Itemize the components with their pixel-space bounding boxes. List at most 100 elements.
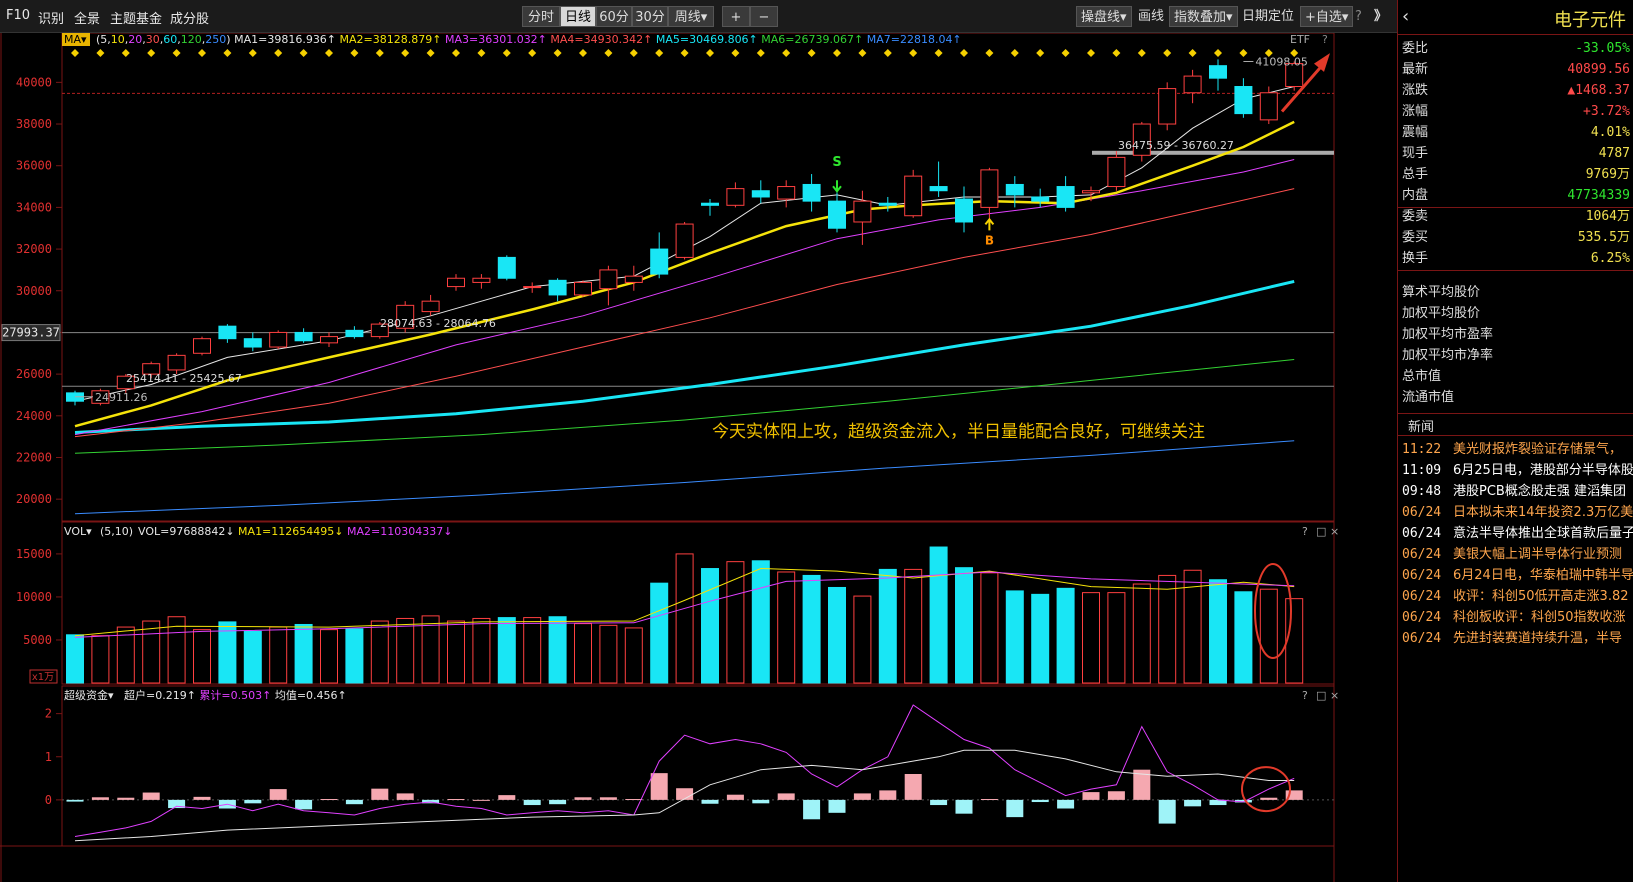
signal-diamond-icon: [452, 49, 460, 57]
candle: [345, 329, 364, 338]
fund-bar: [345, 799, 363, 805]
zoom-out-button[interactable]: −: [750, 6, 778, 27]
period-30min-tab[interactable]: 30分: [632, 6, 668, 27]
ma-legend-item: MA3=36301.032↑: [445, 33, 550, 46]
zoom-in-button[interactable]: +: [722, 6, 750, 27]
overview-button[interactable]: 全景: [74, 8, 100, 27]
signal-diamond-icon: [960, 49, 968, 57]
quote-row: 换手 6.25%: [1398, 248, 1633, 270]
signal-diamond-icon: [477, 49, 486, 57]
fund-bar: [66, 799, 84, 802]
news-item[interactable]: 11:22 美光财报炸裂验证存储景气，: [1398, 439, 1633, 460]
news-header[interactable]: 新闻: [1408, 416, 1434, 435]
signal-diamond-icon: [172, 49, 181, 57]
news-item[interactable]: 06/24 6月24日电，华泰柏瑞中韩半导: [1398, 565, 1633, 586]
quote-row-value: 47734339: [1567, 188, 1630, 203]
trading-line-dropdown[interactable]: 操盘线▾: [1076, 6, 1132, 27]
index-overlay-dropdown[interactable]: 指数叠加▾: [1169, 6, 1238, 27]
collapse-icon[interactable]: 》: [1370, 6, 1391, 27]
fund-bar: [142, 792, 160, 800]
news-headline: 意法半导体推出全球首款后量子: [1453, 526, 1633, 541]
vol-panel-control-icon[interactable]: □: [1316, 525, 1326, 538]
volume-bar: [1132, 583, 1151, 684]
fund-bar: [523, 799, 541, 806]
period-intraday-tab[interactable]: 分时: [522, 6, 560, 27]
fund-bar: [701, 799, 719, 804]
buy-signal-mark: B: [985, 233, 994, 247]
ma-legend-item: MA2=38128.879↑: [340, 33, 445, 46]
kline-chart[interactable]: 2000022000240002600028000300003200034000…: [0, 33, 1392, 882]
vol-indicator-dropdown[interactable]: VOL▾: [64, 525, 92, 538]
volume-bar: [1234, 591, 1253, 684]
theme-fund-button[interactable]: 主题基金: [110, 8, 162, 27]
news-item[interactable]: 06/24 先进封装赛道持续升温，半导: [1398, 628, 1633, 649]
news-headline: 6月25日电，港股部分半导体股: [1453, 463, 1633, 478]
fund-bar: [244, 799, 262, 804]
quote-row: 委卖 1064万: [1398, 206, 1633, 228]
news-headline: 科创板收评：科创50指数收涨: [1453, 610, 1626, 625]
news-headline: 6月24日电，华泰柏瑞中韩半导: [1453, 568, 1633, 583]
f10-button[interactable]: F10: [6, 8, 30, 23]
vol-panel-control-icon[interactable]: ?: [1302, 525, 1308, 538]
identify-button[interactable]: 识别: [38, 8, 64, 27]
fund-bar: [498, 795, 516, 800]
quote-row-value: 6.25%: [1590, 251, 1630, 266]
news-time: 06/24: [1402, 631, 1442, 646]
vol-legend-item: MA1=112654495↓: [238, 525, 347, 538]
signal-diamond-icon: [1239, 49, 1248, 57]
candle: [320, 336, 338, 344]
ma-param: 20: [128, 33, 142, 46]
ma-param: 250: [205, 33, 226, 46]
signal-diamond-icon: [96, 49, 105, 57]
period-weekly-dropdown[interactable]: 周线▾: [668, 6, 714, 27]
period-daily-tab[interactable]: 日线: [560, 6, 596, 27]
price-tick-label: 36000: [16, 159, 52, 173]
volume-bar: [91, 635, 110, 684]
vol-panel-control-icon[interactable]: ×: [1330, 525, 1339, 538]
price-panel-help-icon[interactable]: ?: [1322, 33, 1328, 46]
watchlist-dropdown[interactable]: +自选▾: [1300, 6, 1354, 27]
candle: [472, 277, 491, 283]
constituents-button[interactable]: 成分股: [170, 8, 209, 27]
ma-param: 5: [100, 33, 107, 46]
news-item[interactable]: 06/24 科创板收评：科创50指数收涨: [1398, 607, 1633, 628]
draw-line-button[interactable]: 画线: [1134, 6, 1168, 27]
volume-bar: [853, 595, 872, 684]
news-item[interactable]: 06/24 意法半导体推出全球首款后量子: [1398, 523, 1633, 544]
quote-row: 委买 535.5万: [1398, 227, 1633, 249]
help-icon[interactable]: ?: [1351, 6, 1366, 27]
ma-indicator-dropdown[interactable]: MA▾: [64, 33, 87, 46]
fund-indicator-dropdown[interactable]: 超级资金▾: [64, 688, 114, 702]
volume-bar: [1259, 588, 1278, 684]
date-locate-button[interactable]: 日期定位: [1238, 6, 1298, 27]
fund-panel-control-icon[interactable]: ×: [1330, 689, 1339, 702]
volume-bar: [701, 568, 719, 684]
fund-bar: [930, 799, 948, 806]
news-item[interactable]: 06/24 日本拟未来14年投资2.3万亿美: [1398, 502, 1633, 523]
news-item[interactable]: 06/24 收评：科创50低开高走涨3.82: [1398, 586, 1633, 607]
signal-diamond-icon: [1061, 49, 1070, 57]
fund-bar: [574, 797, 592, 800]
fund-panel-control-icon[interactable]: □: [1316, 689, 1326, 702]
fund-panel-control-icon[interactable]: ?: [1302, 689, 1308, 702]
candle: [751, 190, 770, 198]
ma-param: 60: [163, 33, 177, 46]
valuation-row: 算术平均股价: [1398, 282, 1633, 304]
news-item[interactable]: 11:09 6月25日电，港股部分半导体股: [1398, 460, 1633, 481]
sell-arrow-icon: [832, 180, 842, 193]
news-item[interactable]: 06/24 美银大幅上调半导体行业预测: [1398, 544, 1633, 565]
vol-legend-item: MA2=110304337↓: [347, 525, 452, 538]
news-item[interactable]: 09:48 港股PCB概念股走强 建滔集团: [1398, 481, 1633, 502]
quote-row-label: 委买: [1402, 230, 1429, 245]
fund-bar: [980, 799, 998, 801]
volume-bar: [726, 561, 745, 684]
period-60min-tab[interactable]: 60分: [596, 6, 632, 27]
sidebar-header: ‹ 电子元件: [1398, 0, 1633, 34]
signal-diamond-icon: [1010, 49, 1019, 57]
back-icon[interactable]: ‹: [1402, 6, 1409, 27]
news-time: 06/24: [1402, 526, 1442, 541]
vol-legend: VOL=97688842↓ MA1=112654495↓ MA2=1103043…: [138, 525, 452, 538]
quote-row-label: 委卖: [1402, 209, 1429, 224]
price-tick-label: 40000: [16, 75, 52, 89]
news-time: 11:22: [1402, 442, 1442, 457]
